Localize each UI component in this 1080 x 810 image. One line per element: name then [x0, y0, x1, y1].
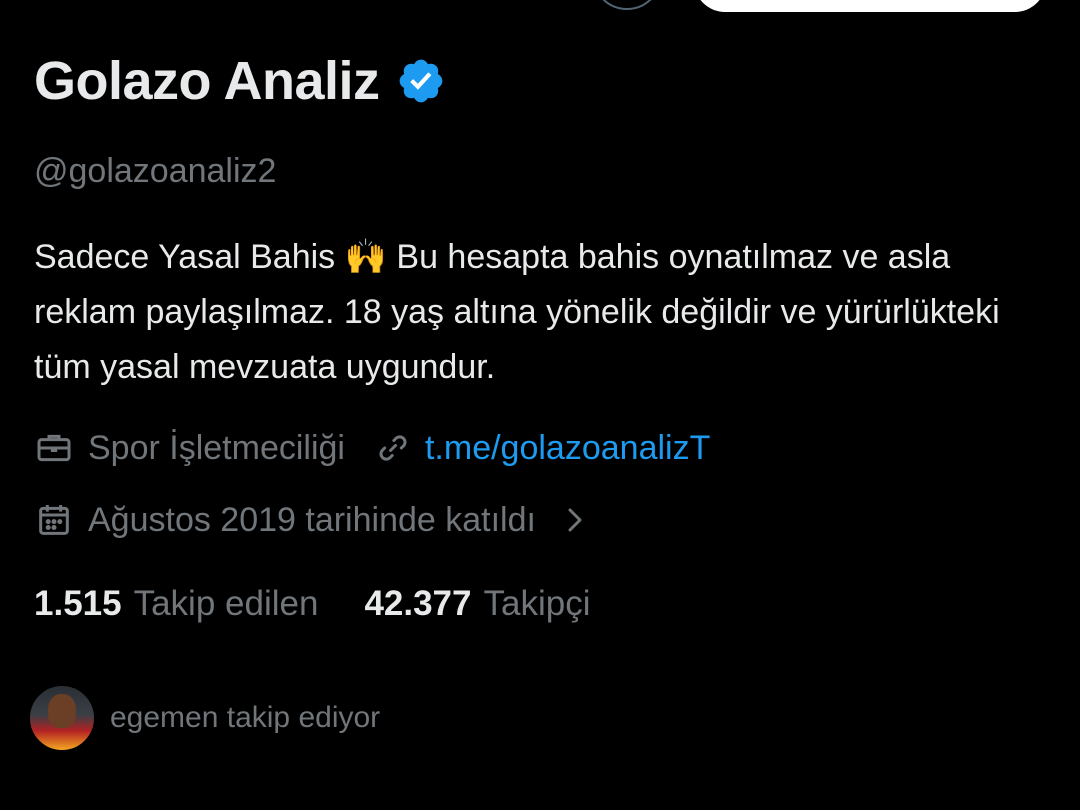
following-label[interactable]: Takip edilen: [134, 584, 319, 624]
following-count[interactable]: 1.515: [34, 584, 122, 624]
profile-stats: 1.515 Takip edilen 42.377 Takipçi: [34, 584, 590, 624]
calendar-icon: [34, 500, 74, 540]
followed-by-row[interactable]: egemen takip ediyor: [28, 684, 380, 752]
follow-button[interactable]: [694, 0, 1046, 12]
profile-joined-row[interactable]: Ağustos 2019 tarihinde katıldı: [34, 500, 590, 540]
header-action-button[interactable]: [592, 0, 662, 10]
briefcase-icon: [34, 428, 74, 468]
profile-category: Spor İşletmeciliği: [88, 428, 345, 467]
profile-link[interactable]: t.me/golazoanalizT: [425, 429, 710, 468]
followers-label[interactable]: Takipçi: [484, 584, 591, 624]
link-icon: [373, 428, 413, 468]
followed-by-text: egemen takip ediyor: [110, 701, 381, 734]
verified-badge-icon: [396, 56, 446, 106]
chevron-right-icon[interactable]: [560, 500, 590, 540]
profile-bio: Sadece Yasal Bahis 🙌 Bu hesapta bahis oy…: [34, 238, 1000, 386]
profile-meta-row: Spor İşletmeciliği t.me/golazoanalizT: [34, 428, 710, 468]
profile-handle: @golazoanaliz2: [34, 152, 277, 190]
followers-count[interactable]: 42.377: [364, 584, 471, 624]
profile-joined-date: Ağustos 2019 tarihinde katıldı: [88, 500, 536, 539]
display-name: Golazo Analiz: [34, 51, 380, 111]
avatar[interactable]: [28, 684, 96, 752]
name-row: Golazo Analiz: [34, 50, 446, 112]
